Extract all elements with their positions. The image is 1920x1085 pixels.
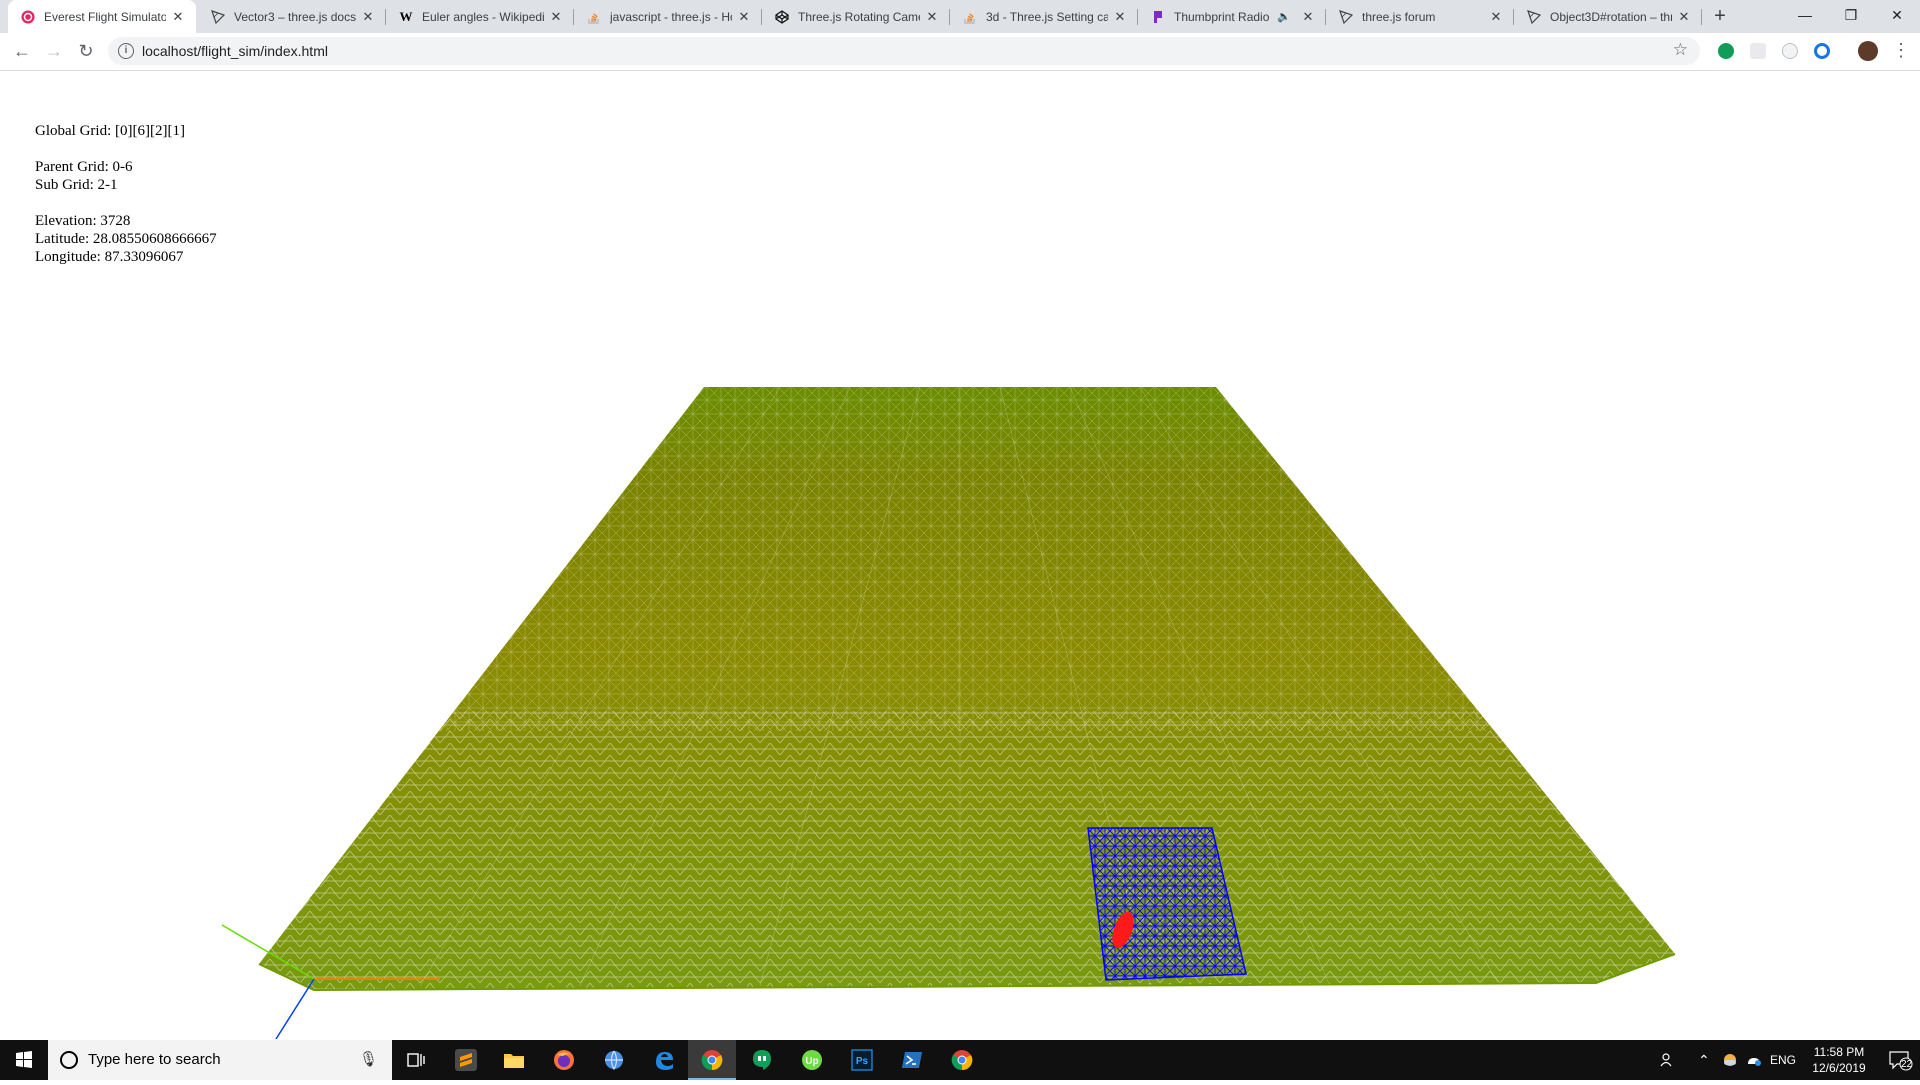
close-window-button[interactable]: ✕ [1874,0,1920,33]
elevation-readout: Elevation: 3728 [35,213,131,229]
close-icon[interactable]: ✕ [1488,9,1504,25]
photoshop-icon[interactable]: Ps [838,1040,886,1080]
weather-icon[interactable] [1722,1040,1738,1080]
close-icon[interactable]: ✕ [548,9,564,25]
network-globe-icon[interactable] [590,1040,638,1080]
action-center-icon[interactable]: 22 [1880,1040,1920,1080]
close-icon[interactable]: ✕ [1112,9,1128,25]
chrome-icon[interactable] [688,1040,736,1080]
microphone-icon[interactable]: 🎙 [359,1050,378,1068]
notification-count: 22 [1901,1059,1913,1070]
tab-strip: Everest Flight Simulator ✕ Vector3 – thr… [0,0,1920,33]
firefox-icon[interactable] [540,1040,588,1080]
menu-dots-icon[interactable]: ⋮ [1892,41,1910,59]
edge-icon[interactable] [640,1040,688,1080]
tab-rotating-camera[interactable]: Three.js Rotating Camera ✕ [762,0,950,33]
svg-text:Ps: Ps [856,1056,869,1067]
extension-green-icon[interactable] [1718,43,1734,59]
tab-euler-angles[interactable]: W Euler angles - Wikipedia ✕ [386,0,574,33]
hangouts-icon[interactable] [738,1040,786,1080]
system-clock[interactable]: 11:58 PM 12/6/2019 [1804,1044,1874,1076]
network-icon[interactable] [1745,1040,1763,1080]
sub-grid-readout: Sub Grid: 2-1 [35,177,118,193]
task-view-icon[interactable] [392,1040,440,1080]
close-icon[interactable]: ✕ [1300,9,1316,25]
extension-sync-icon[interactable] [1782,43,1798,59]
close-icon[interactable]: ✕ [170,9,186,25]
reload-button[interactable]: ↻ [72,37,100,65]
global-grid-readout: Global Grid: [0][6][2][1] [35,123,185,139]
codepen-favicon-icon [774,9,790,25]
clock-time: 11:58 PM [1813,1045,1865,1059]
taskbar-search[interactable]: Type here to search 🎙 [48,1040,392,1080]
tab-threejs-forum[interactable]: three.js forum ✕ [1326,0,1514,33]
tab-javascript-threejs[interactable]: javascript - three.js - How ✕ [574,0,762,33]
stackoverflow-favicon-icon [586,9,602,25]
threejs-favicon-icon [1526,9,1542,25]
close-icon[interactable]: ✕ [1676,9,1692,25]
file-explorer-icon[interactable] [490,1040,538,1080]
upwork-icon[interactable]: Up [788,1040,836,1080]
language-indicator[interactable]: ENG [1770,1040,1796,1080]
z-axis-line [275,978,315,1039]
chevron-up-icon[interactable]: ⌃ [1698,1040,1710,1080]
tab-setting-camera[interactable]: 3d - Three.js Setting camera ✕ [950,0,1138,33]
close-icon[interactable]: ✕ [736,9,752,25]
chrome-second-window-icon[interactable] [938,1040,986,1080]
tab-everest-flight-simulator[interactable]: Everest Flight Simulator ✕ [8,0,196,33]
new-tab-button[interactable]: + [1708,4,1732,28]
threejs-favicon-icon [1338,9,1354,25]
windows-logo-icon [16,1051,32,1068]
radio-favicon-icon [1150,9,1166,25]
svg-text:Up: Up [805,1056,818,1067]
tab-separator [1701,9,1702,25]
parent-grid-readout: Parent Grid: 0-6 [35,159,133,175]
start-button[interactable] [0,1040,48,1080]
terrain-canvas[interactable] [0,71,1920,1039]
close-icon[interactable]: ✕ [360,9,376,25]
windows-taskbar: Type here to search 🎙 Up Ps ⌃ ENG 11:58 … [0,1040,1920,1080]
bookmark-star-icon[interactable]: ☆ [1673,40,1688,60]
url-text[interactable]: localhost/flight_sim/index.html [142,43,328,59]
clock-date: 12/6/2019 [1812,1061,1866,1075]
people-icon[interactable] [1660,1040,1678,1080]
extension-blue-ring-icon[interactable] [1814,43,1830,59]
latitude-readout: Latitude: 28.08550608666667 [35,231,217,247]
terrain-mesh [258,387,1676,992]
address-bar[interactable]: i localhost/flight_sim/index.html ☆ [108,37,1700,65]
threejs-favicon-icon [210,9,226,25]
browser-toolbar: ← → ↻ i localhost/flight_sim/index.html … [0,33,1920,71]
extension-grey-icon[interactable] [1750,43,1766,59]
search-placeholder[interactable]: Type here to search [88,1051,221,1068]
tab-thumbprint-radio[interactable]: Thumbprint Radio 🔈 ✕ [1138,0,1326,33]
speaker-icon[interactable]: 🔈 [1276,10,1292,23]
longitude-readout: Longitude: 87.33096067 [35,249,184,265]
wikipedia-favicon-icon: W [399,8,413,24]
page-favicon-icon [20,9,36,25]
tab-object3d-rotation[interactable]: Object3D#rotation – three.js ✕ [1514,0,1702,33]
flight-hud: Global Grid: [0][6][2][1] Parent Grid: 0… [35,122,217,266]
stackoverflow-favicon-icon [962,9,978,25]
info-icon[interactable]: i [118,43,134,59]
cortana-icon [60,1051,78,1069]
powershell-icon[interactable] [888,1040,936,1080]
forward-button[interactable]: → [40,37,68,65]
minimize-button[interactable]: — [1782,0,1828,33]
close-icon[interactable]: ✕ [924,9,940,25]
back-button[interactable]: ← [8,37,36,65]
profile-avatar[interactable] [1858,41,1878,61]
sublime-text-icon[interactable] [442,1040,490,1080]
tab-vector3-docs[interactable]: Vector3 – three.js docs ✕ [198,0,386,33]
restore-button[interactable]: ❐ [1828,0,1874,33]
